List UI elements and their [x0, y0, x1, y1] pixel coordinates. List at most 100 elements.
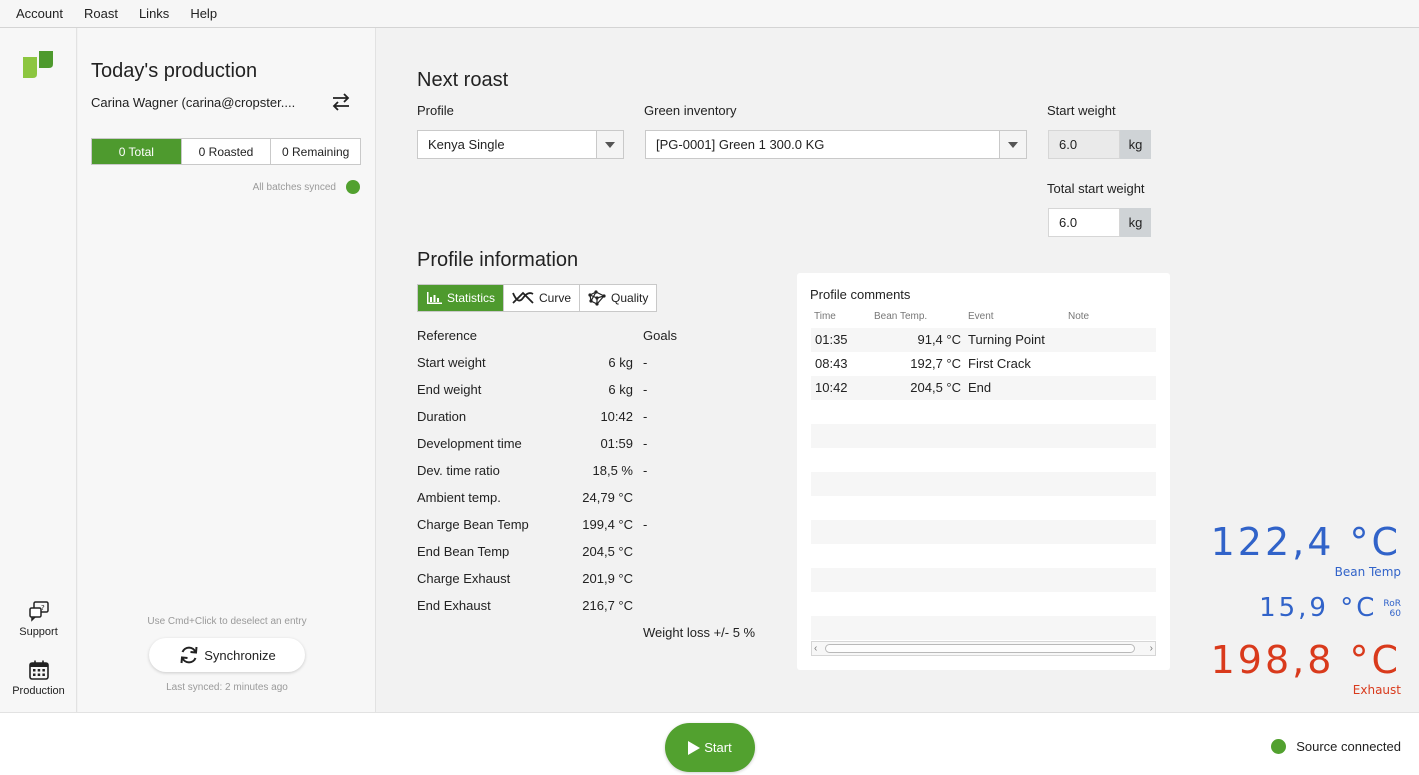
stats-row: Ambient temp. 24,79 °C [417, 490, 633, 508]
synchronize-button[interactable]: Synchronize [149, 638, 305, 672]
stats-row-label: End Bean Temp [417, 544, 510, 559]
comment-bean-temp: 91,4 °C [917, 332, 961, 347]
scrollbar-thumb[interactable] [825, 644, 1135, 653]
stats-row-label: Start weight [417, 355, 486, 370]
stats-row-value: 6 kg [608, 382, 633, 397]
comment-row[interactable]: 01:35 91,4 °C Turning Point [811, 328, 1156, 352]
stats-header: Reference [417, 328, 633, 346]
production-title: Today's production [91, 60, 258, 82]
menu-roast[interactable]: Roast [84, 6, 118, 21]
start-label: Start [704, 740, 732, 755]
production-user: Carina Wagner (carina@cropster.... [91, 95, 296, 110]
filter-total[interactable]: 0 Total [92, 139, 182, 164]
total-start-weight-input[interactable]: 6.0 [1048, 208, 1120, 237]
exhaust-readout: 198,8 °C Exhaust [1211, 638, 1401, 697]
chevron-down-icon[interactable] [596, 131, 623, 158]
comment-event: First Crack [968, 356, 1031, 371]
comments-horizontal-scrollbar[interactable]: ‹ › [811, 641, 1156, 656]
stats-row-goal: - [643, 409, 648, 424]
start-weight-input[interactable]: 6.0 [1048, 130, 1120, 159]
profile-comments-title: Profile comments [810, 287, 911, 302]
cropster-logo-icon [23, 51, 53, 78]
filter-remaining[interactable]: 0 Remaining [271, 139, 360, 164]
stats-row-label: Ambient temp. [417, 490, 501, 505]
start-weight-label: Start weight [1047, 103, 1116, 118]
comment-event: Turning Point [968, 332, 1045, 347]
stats-row: End Exhaust 216,7 °C [417, 598, 633, 616]
stats-row-label: End weight [417, 382, 482, 397]
profile-select-value: Kenya Single [428, 137, 505, 152]
comment-row-empty [811, 400, 1156, 424]
left-rail: ? Support Production [0, 28, 77, 712]
swap-user-icon[interactable] [330, 92, 352, 112]
source-status: Source connected [1271, 739, 1401, 754]
start-button[interactable]: Start [665, 723, 755, 772]
tab-statistics[interactable]: Statistics [418, 285, 505, 311]
profile-label: Profile [417, 103, 454, 118]
stats-row-value: 6 kg [608, 355, 633, 370]
bean-temp-label: Bean Temp [1334, 565, 1401, 579]
inventory-label: Green inventory [644, 103, 737, 118]
tab-curve-label: Curve [539, 291, 572, 305]
profile-select[interactable]: Kenya Single [417, 130, 624, 159]
sync-status-text: All batches synced [252, 181, 336, 193]
stats-row-goal: - [643, 517, 648, 532]
menu-links[interactable]: Links [139, 6, 169, 21]
comment-row[interactable]: 10:42 204,5 °C End [811, 376, 1156, 400]
stats-row: Development time 01:59 [417, 436, 633, 454]
ror-value: 15,9 °C [1259, 593, 1378, 623]
support-button[interactable]: ? Support [0, 600, 77, 638]
comment-row-empty [811, 496, 1156, 520]
sync-icon [180, 646, 198, 664]
comment-bean-temp: 192,7 °C [910, 356, 961, 371]
chevron-down-icon[interactable] [999, 131, 1026, 158]
scroll-left-icon[interactable]: ‹ [814, 642, 817, 655]
inventory-select-value: [PG-0001] Green 1 300.0 KG [656, 137, 825, 152]
profile-comments-panel: Profile comments Time Bean Temp. Event N… [797, 273, 1170, 670]
stats-row: End weight 6 kg [417, 382, 633, 400]
support-chat-icon: ? [28, 601, 49, 622]
ror-label: RoR 60 [1383, 599, 1401, 619]
start-weight-field: 6.0 kg [1048, 130, 1151, 159]
footer-bar: Start Source connected [0, 712, 1419, 775]
tab-quality[interactable]: Quality [580, 285, 656, 311]
tab-statistics-label: Statistics [447, 291, 496, 305]
total-start-weight-field: 6.0 kg [1048, 208, 1151, 237]
comment-row[interactable]: 08:43 192,7 °C First Crack [811, 352, 1156, 376]
comment-bean-temp: 204,5 °C [910, 380, 961, 395]
menu-account[interactable]: Account [16, 6, 63, 21]
weight-loss-goal: Weight loss +/- 5 % [643, 625, 756, 640]
play-icon [688, 740, 701, 755]
stats-row-value: 199,4 °C [582, 517, 633, 532]
col-bean-temp: Bean Temp. [874, 311, 928, 322]
support-label: Support [19, 626, 58, 638]
stats-row: End Bean Temp 204,5 °C [417, 544, 633, 562]
ror-label-bottom: 60 [1389, 609, 1401, 619]
scroll-right-icon[interactable]: › [1150, 642, 1153, 655]
production-panel: Today's production Carina Wagner (carina… [78, 28, 376, 712]
comment-event: End [968, 380, 992, 395]
bean-temp-readout: 122,4 °C Bean Temp [1211, 520, 1401, 579]
stats-row-goal: - [643, 355, 648, 370]
stats-row: Dev. time ratio 18,5 % [417, 463, 633, 481]
deselect-hint: Use Cmd+Click to deselect an entry [147, 616, 307, 627]
sync-status: All batches synced [253, 180, 360, 194]
exhaust-value: 198,8 °C [1210, 638, 1401, 682]
tab-curve[interactable]: Curve [504, 285, 581, 311]
last-synced: Last synced: 2 minutes ago [166, 682, 288, 693]
comment-row-empty [811, 424, 1156, 448]
start-weight-unit: kg [1120, 130, 1151, 159]
stats-row-goal: - [643, 463, 648, 478]
inventory-select[interactable]: [PG-0001] Green 1 300.0 KG [645, 130, 1027, 159]
filter-roasted[interactable]: 0 Roasted [182, 139, 272, 164]
comment-time: 08:43 [815, 356, 848, 371]
comment-time: 01:35 [815, 332, 848, 347]
comment-row-empty [811, 592, 1156, 616]
stats-row-value: 01:59 [600, 436, 633, 451]
stats-row: Start weight 6 kg [417, 355, 633, 373]
bar-chart-icon [427, 292, 442, 304]
production-button[interactable]: Production [0, 659, 77, 697]
stats-row-label: Charge Exhaust [417, 571, 511, 586]
quality-icon [588, 290, 606, 306]
menu-help[interactable]: Help [190, 6, 217, 21]
